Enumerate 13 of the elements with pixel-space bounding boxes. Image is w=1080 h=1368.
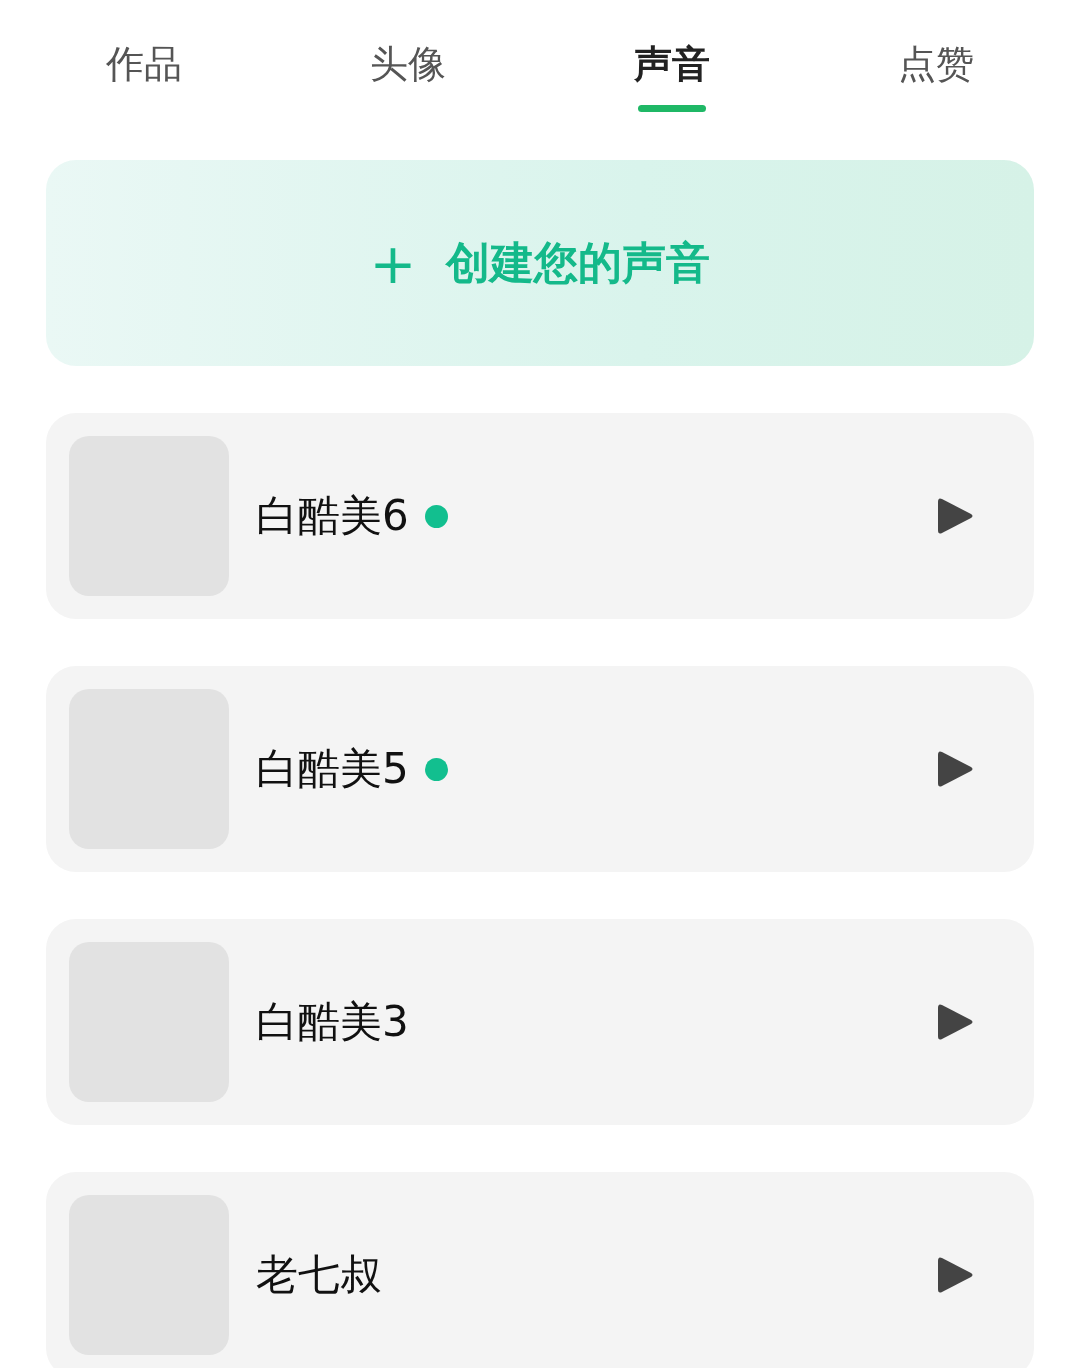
voice-card[interactable]: 老七叔 bbox=[46, 1172, 1034, 1368]
voice-card[interactable]: 白酷美3 bbox=[46, 919, 1034, 1125]
voice-name: 白酷美5 bbox=[256, 743, 409, 795]
voice-card[interactable]: 白酷美6 bbox=[46, 413, 1034, 619]
voice-name: 老七叔 bbox=[256, 1249, 382, 1301]
tab[interactable]: 头像 bbox=[370, 36, 446, 92]
tab-indicator bbox=[638, 105, 706, 112]
tab[interactable]: 点赞 bbox=[898, 36, 974, 92]
voice-name: 白酷美6 bbox=[256, 490, 409, 542]
voice-name: 白酷美3 bbox=[256, 996, 409, 1048]
voice-card[interactable]: 白酷美5 bbox=[46, 666, 1034, 872]
tab[interactable]: 声音 bbox=[634, 36, 710, 92]
tab[interactable]: 作品 bbox=[106, 36, 182, 92]
